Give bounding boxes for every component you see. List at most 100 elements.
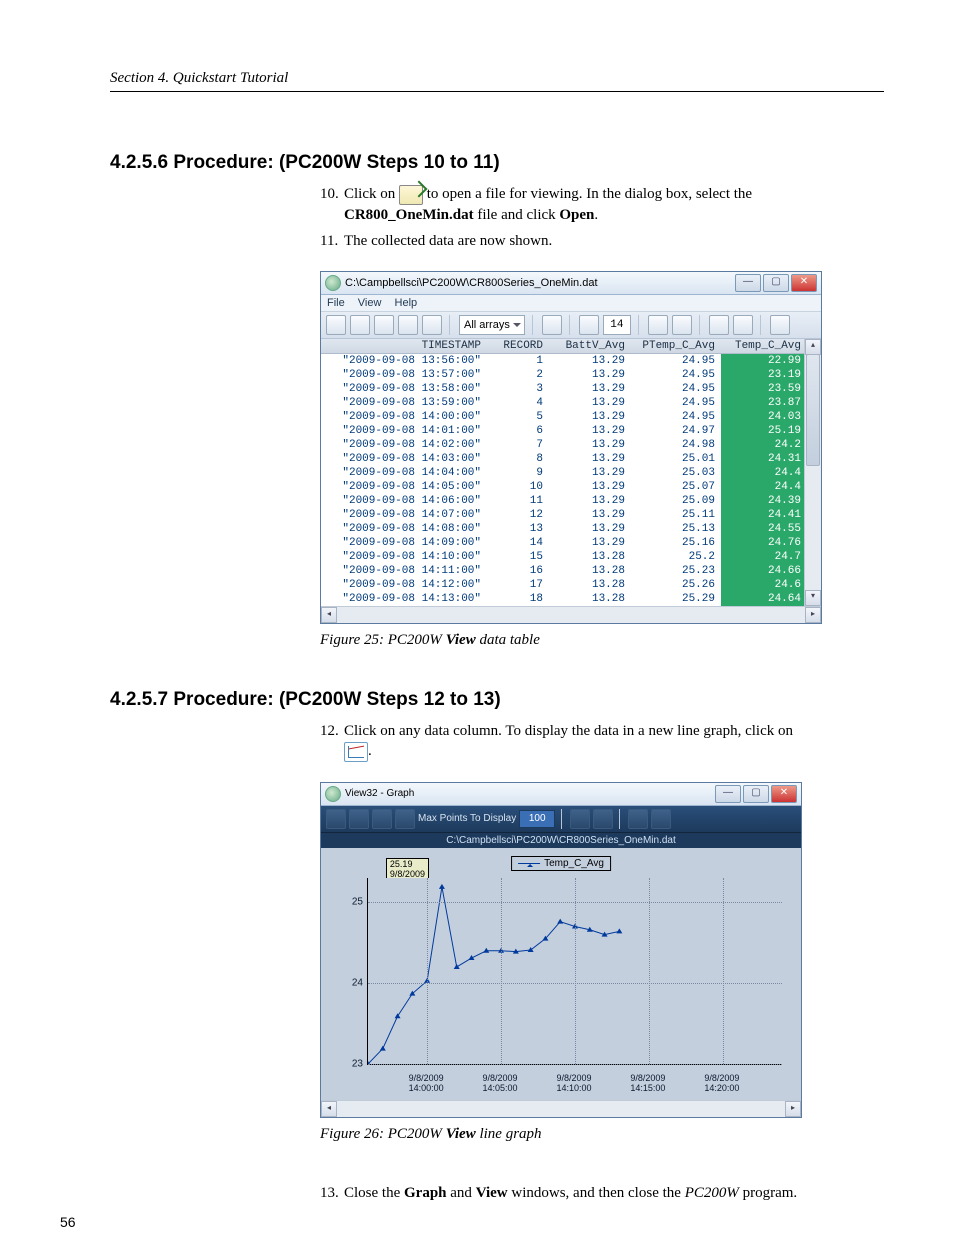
table-row[interactable]: "2009-09-08 14:07:00"1213.2925.1124.41 xyxy=(321,508,804,522)
table-row[interactable]: "2009-09-08 14:11:00"1613.2825.2324.66 xyxy=(321,564,804,578)
cell: 25.2 xyxy=(631,550,721,564)
export-icon[interactable] xyxy=(628,809,648,829)
gridline xyxy=(368,1064,782,1065)
cell: 24.4 xyxy=(721,466,804,480)
table-row[interactable]: "2009-09-08 13:58:00"313.2924.9523.59 xyxy=(321,382,804,396)
y-tick-label: 24 xyxy=(327,978,363,989)
scroll-left-icon[interactable]: ◂ xyxy=(321,607,337,623)
scroll-left-icon[interactable]: ◂ xyxy=(321,1101,337,1117)
table-row[interactable]: "2009-09-08 14:10:00"1513.2825.224.7 xyxy=(321,550,804,564)
scroll-right-icon[interactable]: ▸ xyxy=(805,607,821,623)
copy-icon[interactable] xyxy=(350,315,370,335)
table-row[interactable]: "2009-09-08 13:57:00"213.2924.9523.19 xyxy=(321,368,804,382)
table-row[interactable]: "2009-09-08 13:56:00"113.2924.9522.99 xyxy=(321,354,804,368)
figure-25-caption: Figure 25: PC200W View data table xyxy=(320,632,884,649)
cell: 13.29 xyxy=(549,410,631,424)
table-row[interactable]: "2009-09-08 14:00:00"513.2924.9524.03 xyxy=(321,410,804,424)
cell: 9 xyxy=(487,466,549,480)
tool-icon[interactable] xyxy=(372,809,392,829)
chart-icon[interactable] xyxy=(648,315,668,335)
export-icon[interactable] xyxy=(709,315,729,335)
chart-icon[interactable] xyxy=(593,809,613,829)
scroll-down-icon[interactable]: ▾ xyxy=(805,590,821,606)
font-icon[interactable] xyxy=(422,315,442,335)
cell: 25.01 xyxy=(631,452,721,466)
toggle-icon[interactable] xyxy=(542,315,562,335)
legend: Temp_C_Avg xyxy=(511,856,611,871)
maximize-button[interactable]: ▢ xyxy=(743,785,769,803)
cell: 13.28 xyxy=(549,550,631,564)
filename: CR800_OneMin.dat xyxy=(344,207,474,223)
table-row[interactable]: "2009-09-08 14:04:00"913.2925.0324.4 xyxy=(321,466,804,480)
minimize-button[interactable]: — xyxy=(735,274,761,292)
fontsize-field[interactable]: 14 xyxy=(603,315,631,335)
table-row[interactable]: "2009-09-08 14:08:00"1313.2925.1324.55 xyxy=(321,522,804,536)
scroll-thumb[interactable] xyxy=(806,354,820,466)
chart2-icon[interactable] xyxy=(672,315,692,335)
table-row[interactable]: "2009-09-08 14:05:00"1013.2925.0724.4 xyxy=(321,480,804,494)
help-icon[interactable] xyxy=(770,315,790,335)
chart-area: Temp_C_Avg 25.199/8/200914:01:00 2324259… xyxy=(321,848,801,1100)
maximize-button[interactable]: ▢ xyxy=(763,274,789,292)
menu-help[interactable]: Help xyxy=(395,297,418,309)
cell: "2009-09-08 13:57:00" xyxy=(321,368,487,382)
preview-icon[interactable] xyxy=(398,315,418,335)
cell: 25.07 xyxy=(631,480,721,494)
cell: 16 xyxy=(487,564,549,578)
cell: 10 xyxy=(487,480,549,494)
app-icon xyxy=(325,275,341,291)
horizontal-scrollbar[interactable]: ◂ ▸ xyxy=(321,1100,801,1117)
table-row[interactable]: "2009-09-08 14:02:00"713.2924.9824.2 xyxy=(321,438,804,452)
chart-icon[interactable] xyxy=(570,809,590,829)
export2-icon[interactable] xyxy=(733,315,753,335)
step-number: 12. xyxy=(320,721,344,762)
cell: "2009-09-08 14:00:00" xyxy=(321,410,487,424)
close-button[interactable]: ✕ xyxy=(791,274,817,292)
column-header[interactable]: RECORD xyxy=(487,339,549,353)
text: Close the xyxy=(344,1185,404,1201)
menu-file[interactable]: File xyxy=(327,297,345,309)
cell: "2009-09-08 13:59:00" xyxy=(321,396,487,410)
table-row[interactable]: "2009-09-08 14:12:00"1713.2825.2624.6 xyxy=(321,578,804,592)
column-header[interactable]: TIMESTAMP xyxy=(321,339,487,353)
column-header[interactable]: PTemp_C_Avg xyxy=(631,339,721,353)
cell: 13.28 xyxy=(549,564,631,578)
minimize-button[interactable]: — xyxy=(715,785,741,803)
vertical-scrollbar[interactable]: ▴ ▾ xyxy=(804,339,821,606)
cell: 24.39 xyxy=(721,494,804,508)
step-13: 13. Close the Graph and View windows, an… xyxy=(320,1183,884,1203)
table-row[interactable]: "2009-09-08 14:09:00"1413.2925.1624.76 xyxy=(321,536,804,550)
arrays-dropdown[interactable]: All arrays xyxy=(459,315,525,335)
view-window: C:\Campbellsci\PC200W\CR800Series_OneMin… xyxy=(320,271,822,624)
cell: 25.26 xyxy=(631,578,721,592)
column-header[interactable]: Temp_C_Avg xyxy=(721,339,804,353)
cell: 13.29 xyxy=(549,466,631,480)
scroll-up-icon[interactable]: ▴ xyxy=(805,339,821,355)
maxpts-field[interactable]: 100 xyxy=(519,810,555,828)
cell: 13 xyxy=(487,522,549,536)
menu-view[interactable]: View xyxy=(358,297,382,309)
column-header[interactable]: BattV_Avg xyxy=(549,339,631,353)
table-row[interactable]: "2009-09-08 14:03:00"813.2925.0124.31 xyxy=(321,452,804,466)
open-icon[interactable] xyxy=(326,315,346,335)
refresh-icon[interactable] xyxy=(374,315,394,335)
cell: 22.99 xyxy=(721,354,804,368)
table-row[interactable]: "2009-09-08 13:59:00"413.2924.9523.87 xyxy=(321,396,804,410)
table-row[interactable]: "2009-09-08 14:13:00"1813.2825.2924.64 xyxy=(321,592,804,606)
cell: 24.95 xyxy=(631,368,721,382)
table-row[interactable]: "2009-09-08 14:06:00"1113.2925.0924.39 xyxy=(321,494,804,508)
cell: 25.29 xyxy=(631,592,721,606)
tool-icon[interactable] xyxy=(326,809,346,829)
cell: "2009-09-08 13:58:00" xyxy=(321,382,487,396)
cell: 13.29 xyxy=(549,536,631,550)
close-button[interactable]: ✕ xyxy=(771,785,797,803)
export-icon[interactable] xyxy=(651,809,671,829)
table-row[interactable]: "2009-09-08 14:01:00"613.2924.9725.19 xyxy=(321,424,804,438)
tool-icon[interactable] xyxy=(349,809,369,829)
scroll-right-icon[interactable]: ▸ xyxy=(785,1101,801,1117)
cell: "2009-09-08 14:04:00" xyxy=(321,466,487,480)
cell: "2009-09-08 13:56:00" xyxy=(321,354,487,368)
zoom-icon[interactable] xyxy=(395,809,415,829)
horizontal-scrollbar[interactable]: ◂ ▸ xyxy=(321,606,821,623)
grid-icon[interactable] xyxy=(579,315,599,335)
